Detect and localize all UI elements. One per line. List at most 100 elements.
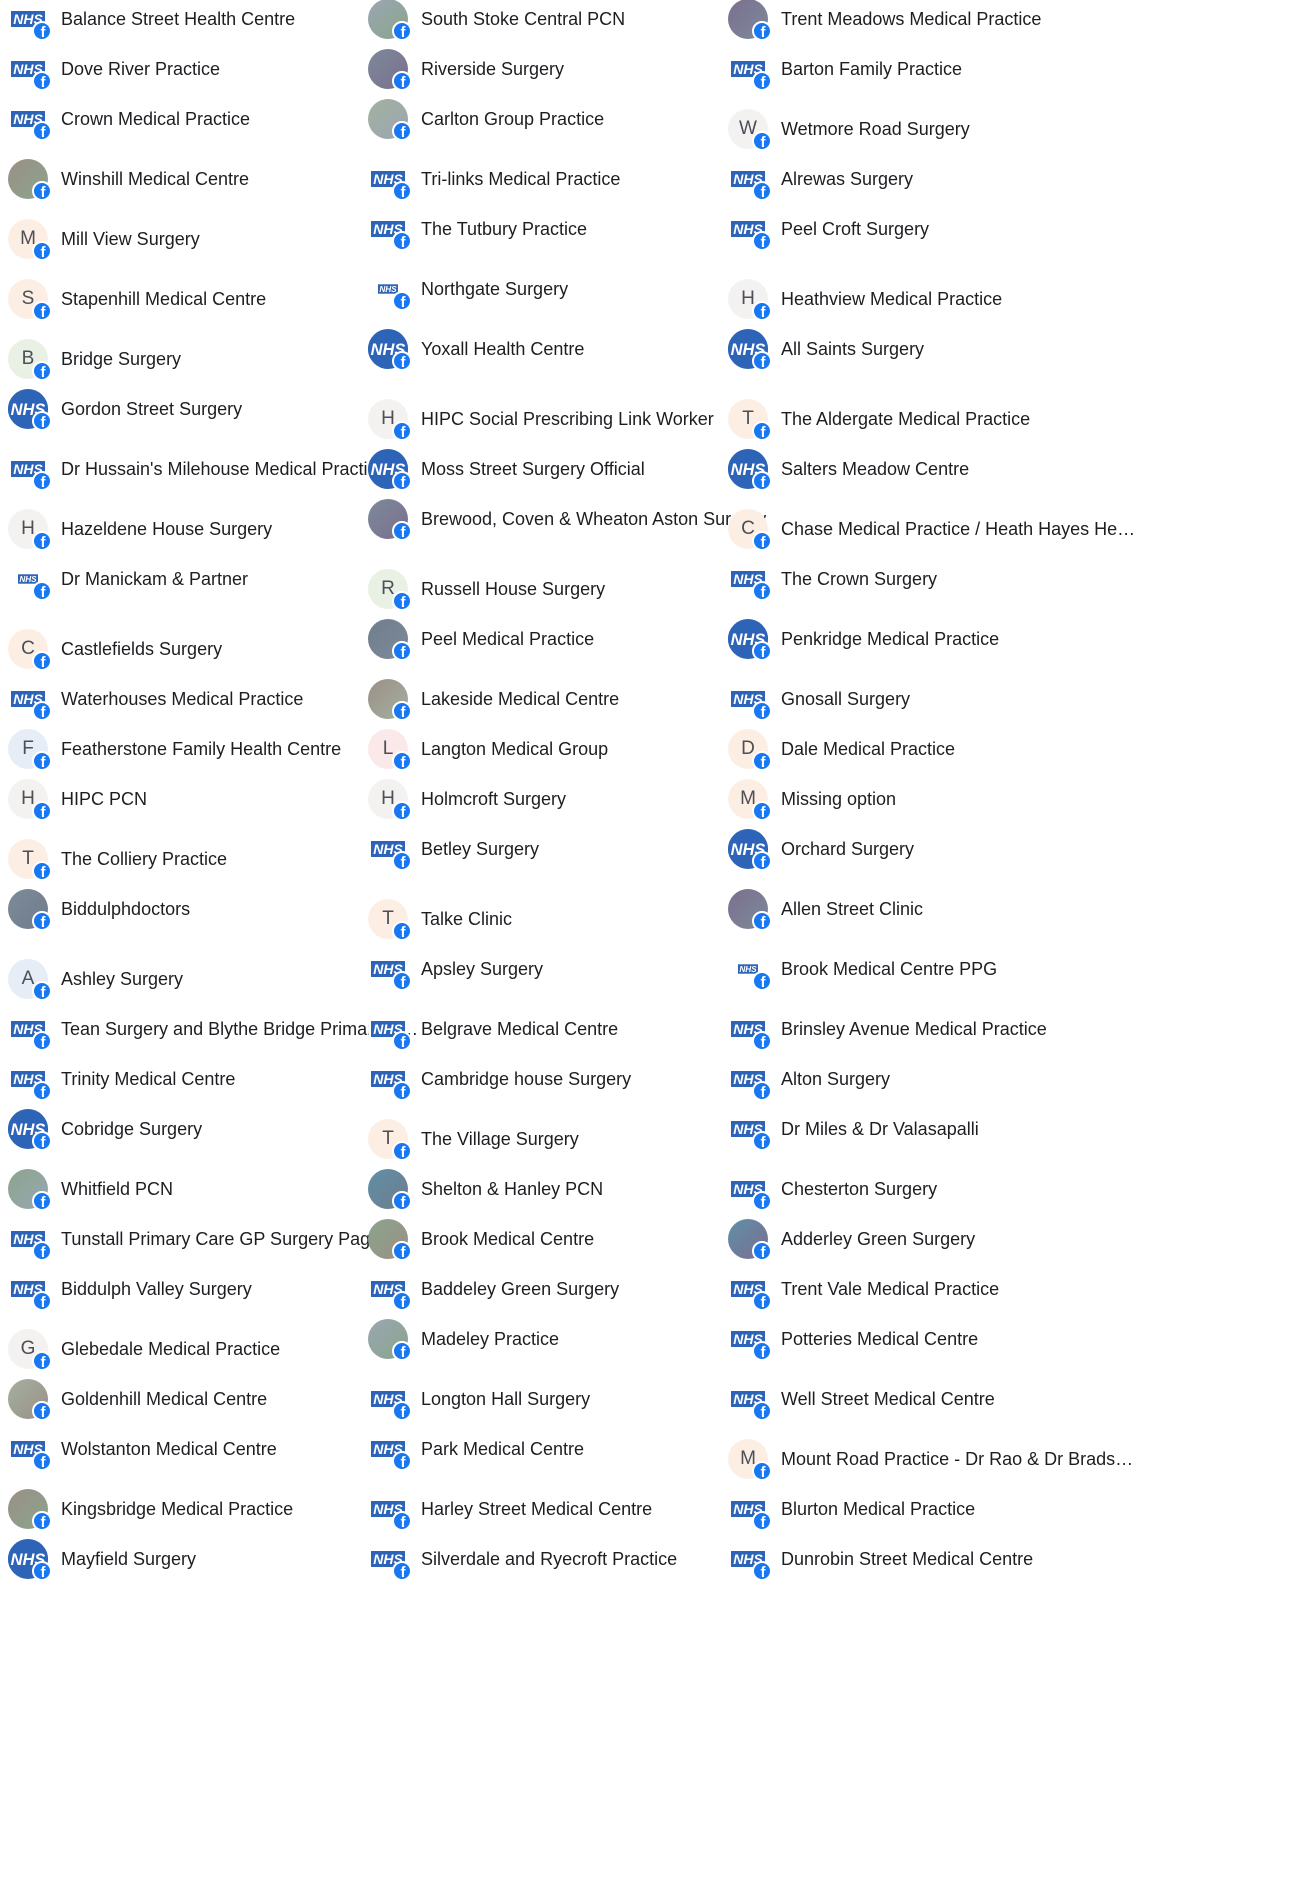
facebook-icon: f xyxy=(392,641,412,661)
page-avatar: Af xyxy=(8,959,52,1001)
page-avatar: NHS f xyxy=(728,679,772,721)
page-name: The Aldergate Medical Practice xyxy=(781,409,1031,429)
page-list-item[interactable]: Df Dale Medical Practice xyxy=(720,725,1152,773)
page-list-item[interactable]: f Trent Meadows Medical Practice xyxy=(720,0,1152,43)
page-list-item[interactable]: NHS f All Saints Surgery xyxy=(720,325,1152,373)
page-name: Stapenhill Medical Centre xyxy=(61,289,267,309)
page-name: Gordon Street Surgery xyxy=(61,399,243,419)
facebook-icon: f xyxy=(752,911,772,931)
page-name: Heathview Medical Practice xyxy=(781,289,1003,309)
page-avatar: NHS f xyxy=(8,1219,52,1261)
facebook-icon: f xyxy=(392,421,412,441)
page-avatar: Hf xyxy=(368,779,412,821)
page-list-item[interactable]: Wf Wetmore Road Surgery xyxy=(720,105,1152,153)
facebook-icon: f xyxy=(392,1031,412,1051)
page-list-item[interactable]: NHS f Penkridge Medical Practice xyxy=(720,615,1152,663)
page-name: Cambridge house Surgery xyxy=(421,1069,632,1089)
page-list-item[interactable]: NHS f Orchard Surgery xyxy=(720,825,1152,873)
page-name: Brewood, Coven & Wheaton Aston Surgery xyxy=(421,509,767,529)
page-list-item[interactable]: NHS f Salters Meadow Centre xyxy=(720,445,1152,493)
page-name: Mount Road Practice - Dr Rao & Dr Bradsh… xyxy=(781,1449,1141,1469)
page-list-item[interactable]: NHS f Gnosall Surgery xyxy=(720,675,1152,723)
page-avatar: NHS f xyxy=(368,1539,412,1581)
page-name: Alrewas Surgery xyxy=(781,169,914,189)
page-avatar: NHS f xyxy=(368,269,412,311)
page-avatar: Tf xyxy=(728,399,772,441)
facebook-icon: f xyxy=(752,421,772,441)
page-list-item[interactable]: Tf The Aldergate Medical Practice xyxy=(720,395,1152,443)
facebook-icon: f xyxy=(392,921,412,941)
page-name: Chesterton Surgery xyxy=(781,1179,938,1199)
page-list-item[interactable]: f Allen Street Clinic xyxy=(720,885,1152,933)
facebook-icon: f xyxy=(32,861,52,881)
facebook-icon: f xyxy=(392,851,412,871)
page-avatar: f xyxy=(8,159,52,201)
page-avatar: NHS f xyxy=(728,1109,772,1151)
page-list-item[interactable]: NHS f Alton Surgery xyxy=(720,1055,1152,1103)
page-list-item[interactable]: f Adderley Green Surgery xyxy=(720,1215,1152,1263)
page-list-item[interactable]: Cf Chase Medical Practice / Heath Hayes H… xyxy=(720,505,1152,553)
page-list-item[interactable]: NHS f Barton Family Practice xyxy=(720,45,1152,93)
page-name: Baddeley Green Surgery xyxy=(421,1279,620,1299)
page-name: Trent Vale Medical Practice xyxy=(781,1279,1000,1299)
facebook-icon: f xyxy=(752,1291,772,1311)
page-avatar: NHS f xyxy=(8,1429,52,1471)
page-list-item[interactable]: NHS f Alrewas Surgery xyxy=(720,155,1152,203)
page-list-item[interactable]: NHS f Well Street Medical Centre xyxy=(720,1375,1152,1423)
page-list-item[interactable]: Mf Missing option xyxy=(720,775,1152,823)
page-name: Northgate Surgery xyxy=(421,279,569,299)
page-list-item[interactable]: NHS f Potteries Medical Centre xyxy=(720,1315,1152,1363)
facebook-icon: f xyxy=(32,1131,52,1151)
facebook-icon: f xyxy=(752,301,772,321)
page-avatar: NHS f xyxy=(368,449,412,491)
page-name: Mayfield Surgery xyxy=(61,1549,197,1569)
page-name: Gnosall Surgery xyxy=(781,689,911,709)
page-avatar: Gf xyxy=(8,1329,52,1371)
page-list-item[interactable]: NHS f Brinsley Avenue Medical Practice xyxy=(720,1005,1152,1053)
page-list-item[interactable]: Mf Mount Road Practice - Dr Rao & Dr Brad… xyxy=(720,1435,1152,1483)
page-avatar: NHS f xyxy=(368,1059,412,1101)
page-list-item[interactable]: NHS f Dr Miles & Dr Valasapalli xyxy=(720,1105,1152,1153)
page-avatar: NHS f xyxy=(8,0,52,41)
page-list-item[interactable]: NHS f Blurton Medical Practice xyxy=(720,1485,1152,1533)
page-list-item[interactable]: Hf Heathview Medical Practice xyxy=(720,275,1152,323)
facebook-icon: f xyxy=(32,581,52,601)
page-list-item[interactable]: NHS f The Crown Surgery xyxy=(720,555,1152,603)
page-name: Wetmore Road Surgery xyxy=(781,119,970,139)
page-name: Dr Manickam & Partner xyxy=(61,569,249,589)
facebook-icon: f xyxy=(32,1291,52,1311)
page-name: Barton Family Practice xyxy=(781,59,963,79)
page-list-item[interactable]: NHS f Dunrobin Street Medical Centre xyxy=(720,1535,1152,1583)
page-name: Chase Medical Practice / Heath Hayes Hea… xyxy=(781,519,1141,539)
page-list-item[interactable]: NHS f Peel Croft Surgery xyxy=(720,205,1152,253)
page-avatar: f xyxy=(8,1379,52,1421)
facebook-icon: f xyxy=(392,71,412,91)
page-avatar: NHS f xyxy=(368,1489,412,1531)
page-list-item[interactable]: NHS f Chesterton Surgery xyxy=(720,1165,1152,1213)
facebook-icon: f xyxy=(32,1351,52,1371)
facebook-icon: f xyxy=(392,701,412,721)
page-column-3: f Trent Meadows Medical Practice NHS f Barto… xyxy=(720,0,1152,1883)
page-avatar: Ff xyxy=(8,729,52,771)
page-avatar: NHS f xyxy=(728,1009,772,1051)
page-avatar: NHS f xyxy=(8,49,52,91)
page-name: Longton Hall Surgery xyxy=(421,1389,591,1409)
page-list-item[interactable]: NHS f Trent Vale Medical Practice xyxy=(720,1265,1152,1313)
page-avatar: Mf xyxy=(728,1439,772,1481)
facebook-icon: f xyxy=(392,121,412,141)
facebook-icon: f xyxy=(392,521,412,541)
page-list-item[interactable]: NHS f Brook Medical Centre PPG xyxy=(720,945,1152,993)
page-name: Silverdale and Ryecroft Practice xyxy=(421,1549,678,1569)
page-name: Glebedale Medical Practice xyxy=(61,1339,281,1359)
facebook-icon: f xyxy=(752,131,772,151)
page-avatar: NHS f xyxy=(728,619,772,661)
facebook-page-list: NHS f Balance Street Health Centre NHS f Dove… xyxy=(0,0,1309,1883)
page-avatar: f xyxy=(8,1169,52,1211)
page-avatar: NHS f xyxy=(368,1379,412,1421)
page-avatar: Cf xyxy=(728,509,772,551)
page-avatar: f xyxy=(8,889,52,931)
facebook-icon: f xyxy=(752,1131,772,1151)
page-avatar: Mf xyxy=(728,779,772,821)
page-avatar: NHS f xyxy=(8,449,52,491)
page-avatar: Bf xyxy=(8,339,52,381)
